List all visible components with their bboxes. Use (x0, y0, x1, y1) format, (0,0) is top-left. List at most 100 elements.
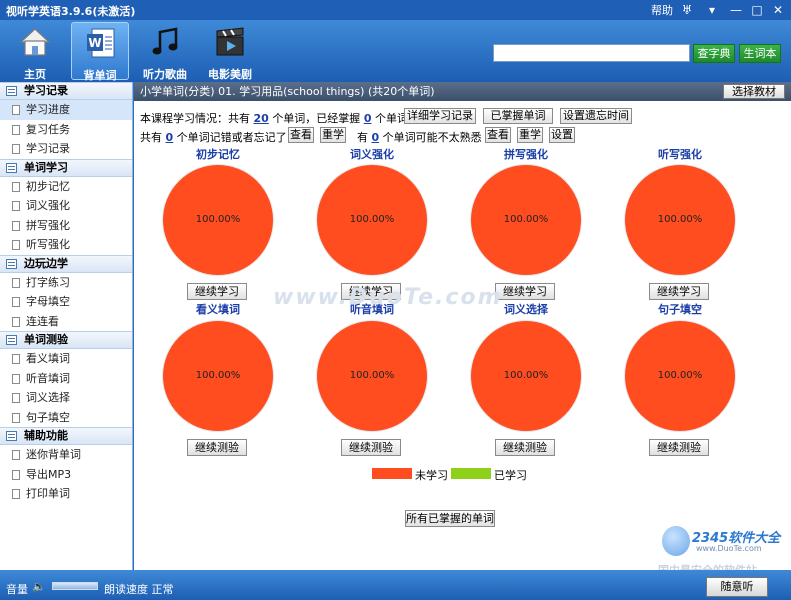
maximize-icon[interactable]: □ (748, 1, 766, 19)
page-icon (12, 105, 20, 115)
continue-study-button[interactable]: 继续学习 (649, 283, 709, 300)
sidebar-item-meaning-drill[interactable]: 词义强化 (0, 196, 132, 216)
pie-meaning-choice: 100.00% (470, 320, 582, 432)
pie-initial-memory: 100.00% (162, 164, 274, 276)
help-link[interactable]: 帮助 (651, 2, 673, 18)
select-course-button[interactable]: 选择教材 (723, 84, 785, 99)
minimize-icon[interactable]: — (727, 1, 745, 19)
page-icon (12, 240, 20, 250)
sidebar-item-dictation-drill[interactable]: 听写强化 (0, 235, 132, 255)
unsure-settings-button[interactable]: 设置 (549, 127, 575, 143)
pie-percent: 100.00% (657, 370, 703, 381)
wordbook-button[interactable]: 生词本 (739, 44, 781, 63)
stats-row-2: 共有 0 个单词记错或者忘记了 (140, 131, 287, 144)
continue-test-button[interactable]: 继续测验 (187, 439, 247, 456)
pie-percent: 100.00% (503, 214, 549, 225)
continue-study-button[interactable]: 继续学习 (187, 283, 247, 300)
page-icon (12, 124, 20, 135)
nav-movies-label: 电影美剧 (208, 68, 252, 81)
relearn-forgot-button[interactable]: 重学 (320, 127, 346, 143)
total-words-count: 20 (253, 112, 269, 125)
music-note-icon (152, 27, 178, 55)
sidebar-item-study-log[interactable]: 学习记录 (0, 139, 132, 159)
page-icon (12, 220, 20, 231)
pie-meaning-to-word: 100.00% (162, 320, 274, 432)
sidebar-item-spelling-drill[interactable]: 拼写强化 (0, 216, 132, 236)
page-icon (12, 469, 20, 480)
view-unsure-button[interactable]: 查看 (485, 127, 511, 143)
close-icon[interactable]: ✕ (769, 1, 787, 19)
pie-percent: 100.00% (657, 214, 703, 225)
relearn-unsure-button[interactable]: 重学 (517, 127, 543, 143)
continue-test-button[interactable]: 继续测验 (495, 439, 555, 456)
sidebar-item-print-words[interactable]: 打印单词 (0, 484, 132, 504)
legend-label-unlearned: 未学习 (415, 469, 448, 482)
mastered-words-button[interactable]: 已掌握单词 (483, 108, 553, 124)
mastered-count: 0 (363, 112, 372, 125)
sidebar-section-word-study[interactable]: 单词学习 (0, 158, 132, 177)
status-bar: 音量 🔈 朗读速度 正常 随意听 (0, 570, 791, 600)
sidebar-item-listen-to-word[interactable]: 听音填词 (0, 369, 132, 389)
volume-slider[interactable] (52, 582, 98, 590)
pie-title-dictation-drill: 听写强化 (658, 148, 702, 161)
sidebar-item-letter-fill[interactable]: 字母填空 (0, 292, 132, 312)
sidebar-section-tests[interactable]: 单词测验 (0, 331, 132, 349)
legend-swatch-learned (451, 468, 491, 479)
nav-movies-button[interactable]: 电影美剧 (201, 22, 259, 81)
detailed-record-button[interactable]: 详细学习记录 (404, 108, 476, 124)
page-icon (12, 412, 20, 423)
continue-test-button[interactable]: 继续测验 (649, 439, 709, 456)
menu-dropdown-icon[interactable]: ▾ (703, 1, 721, 19)
random-listen-button[interactable]: 随意听 (706, 577, 768, 597)
sidebar-item-meaning-to-word[interactable]: 看义填词 (0, 349, 132, 369)
reading-speed[interactable]: 朗读速度 正常 (104, 581, 174, 597)
word-doc-icon: W (87, 28, 115, 58)
sidebar-item-mini-mode[interactable]: 迷你背单词 (0, 445, 132, 465)
title-bar: 视听学英语3.9.6(未激活) 帮助 ♅ ▾ — □ ✕ (0, 0, 791, 20)
film-clapper-icon (216, 27, 244, 56)
page-icon (12, 450, 20, 460)
svg-text:W: W (88, 36, 101, 50)
forgot-count: 0 (165, 131, 174, 144)
nav-words-button[interactable]: W 背单词 (71, 22, 129, 82)
view-forgot-button[interactable]: 查看 (288, 127, 314, 143)
sidebar-item-meaning-choice[interactable]: 词义选择 (0, 388, 132, 408)
page-icon (12, 373, 20, 384)
pie-title-meaning-drill: 词义强化 (350, 148, 394, 161)
page-icon (12, 393, 20, 403)
sidebar-section-tools[interactable]: 辅助功能 (0, 427, 132, 445)
sidebar-item-review-tasks[interactable]: 复习任务 (0, 120, 132, 140)
page-icon (12, 201, 20, 211)
page-icon (12, 297, 20, 307)
continue-study-button[interactable]: 继续学习 (495, 283, 555, 300)
forget-time-button[interactable]: 设置遗忘时间 (560, 108, 632, 124)
sidebar-item-sentence-fill[interactable]: 句子填空 (0, 408, 132, 428)
pie-percent: 100.00% (195, 214, 241, 225)
pie-meaning-drill: 100.00% (316, 164, 428, 276)
section-icon (6, 162, 17, 173)
nav-songs-label: 听力歌曲 (143, 68, 187, 81)
sidebar-item-initial-memory[interactable]: 初步记忆 (0, 177, 132, 197)
nav-words-label: 背单词 (83, 69, 117, 82)
lookup-dictionary-button[interactable]: 查字典 (693, 44, 735, 63)
dictionary-search-input[interactable] (493, 44, 690, 62)
sidebar-item-typing[interactable]: 打字练习 (0, 273, 132, 293)
sidebar-item-export-mp3[interactable]: 导出MP3 (0, 465, 132, 485)
page-icon (12, 144, 20, 154)
sidebar-item-match-game[interactable]: 连连看 (0, 312, 132, 332)
skin-icon[interactable]: ♅ (678, 1, 696, 19)
stats-row-1: 本课程学习情况：共有 20 个单词，已经掌握 0 个单词； (140, 112, 419, 125)
nav-songs-button[interactable]: 听力歌曲 (136, 22, 194, 81)
logo-mascot-icon (662, 526, 690, 556)
sidebar-section-records[interactable]: 学习记录 (0, 82, 132, 100)
pie-title-meaning-to-word: 看义填词 (196, 303, 240, 316)
speaker-icon[interactable]: 🔈 (32, 580, 46, 593)
main-panel: 小学单词(分类) 01. 学习用品(school things) (共20个单词… (134, 82, 791, 570)
page-icon (12, 181, 20, 192)
nav-home-button[interactable]: 主页 (6, 22, 64, 81)
pie-listen-to-word: 100.00% (316, 320, 428, 432)
all-mastered-words-button[interactable]: 所有已掌握的单词 (405, 510, 495, 527)
continue-test-button[interactable]: 继续测验 (341, 439, 401, 456)
sidebar-section-games[interactable]: 边玩边学 (0, 254, 132, 273)
sidebar-item-progress[interactable]: 学习进度 (0, 100, 132, 120)
